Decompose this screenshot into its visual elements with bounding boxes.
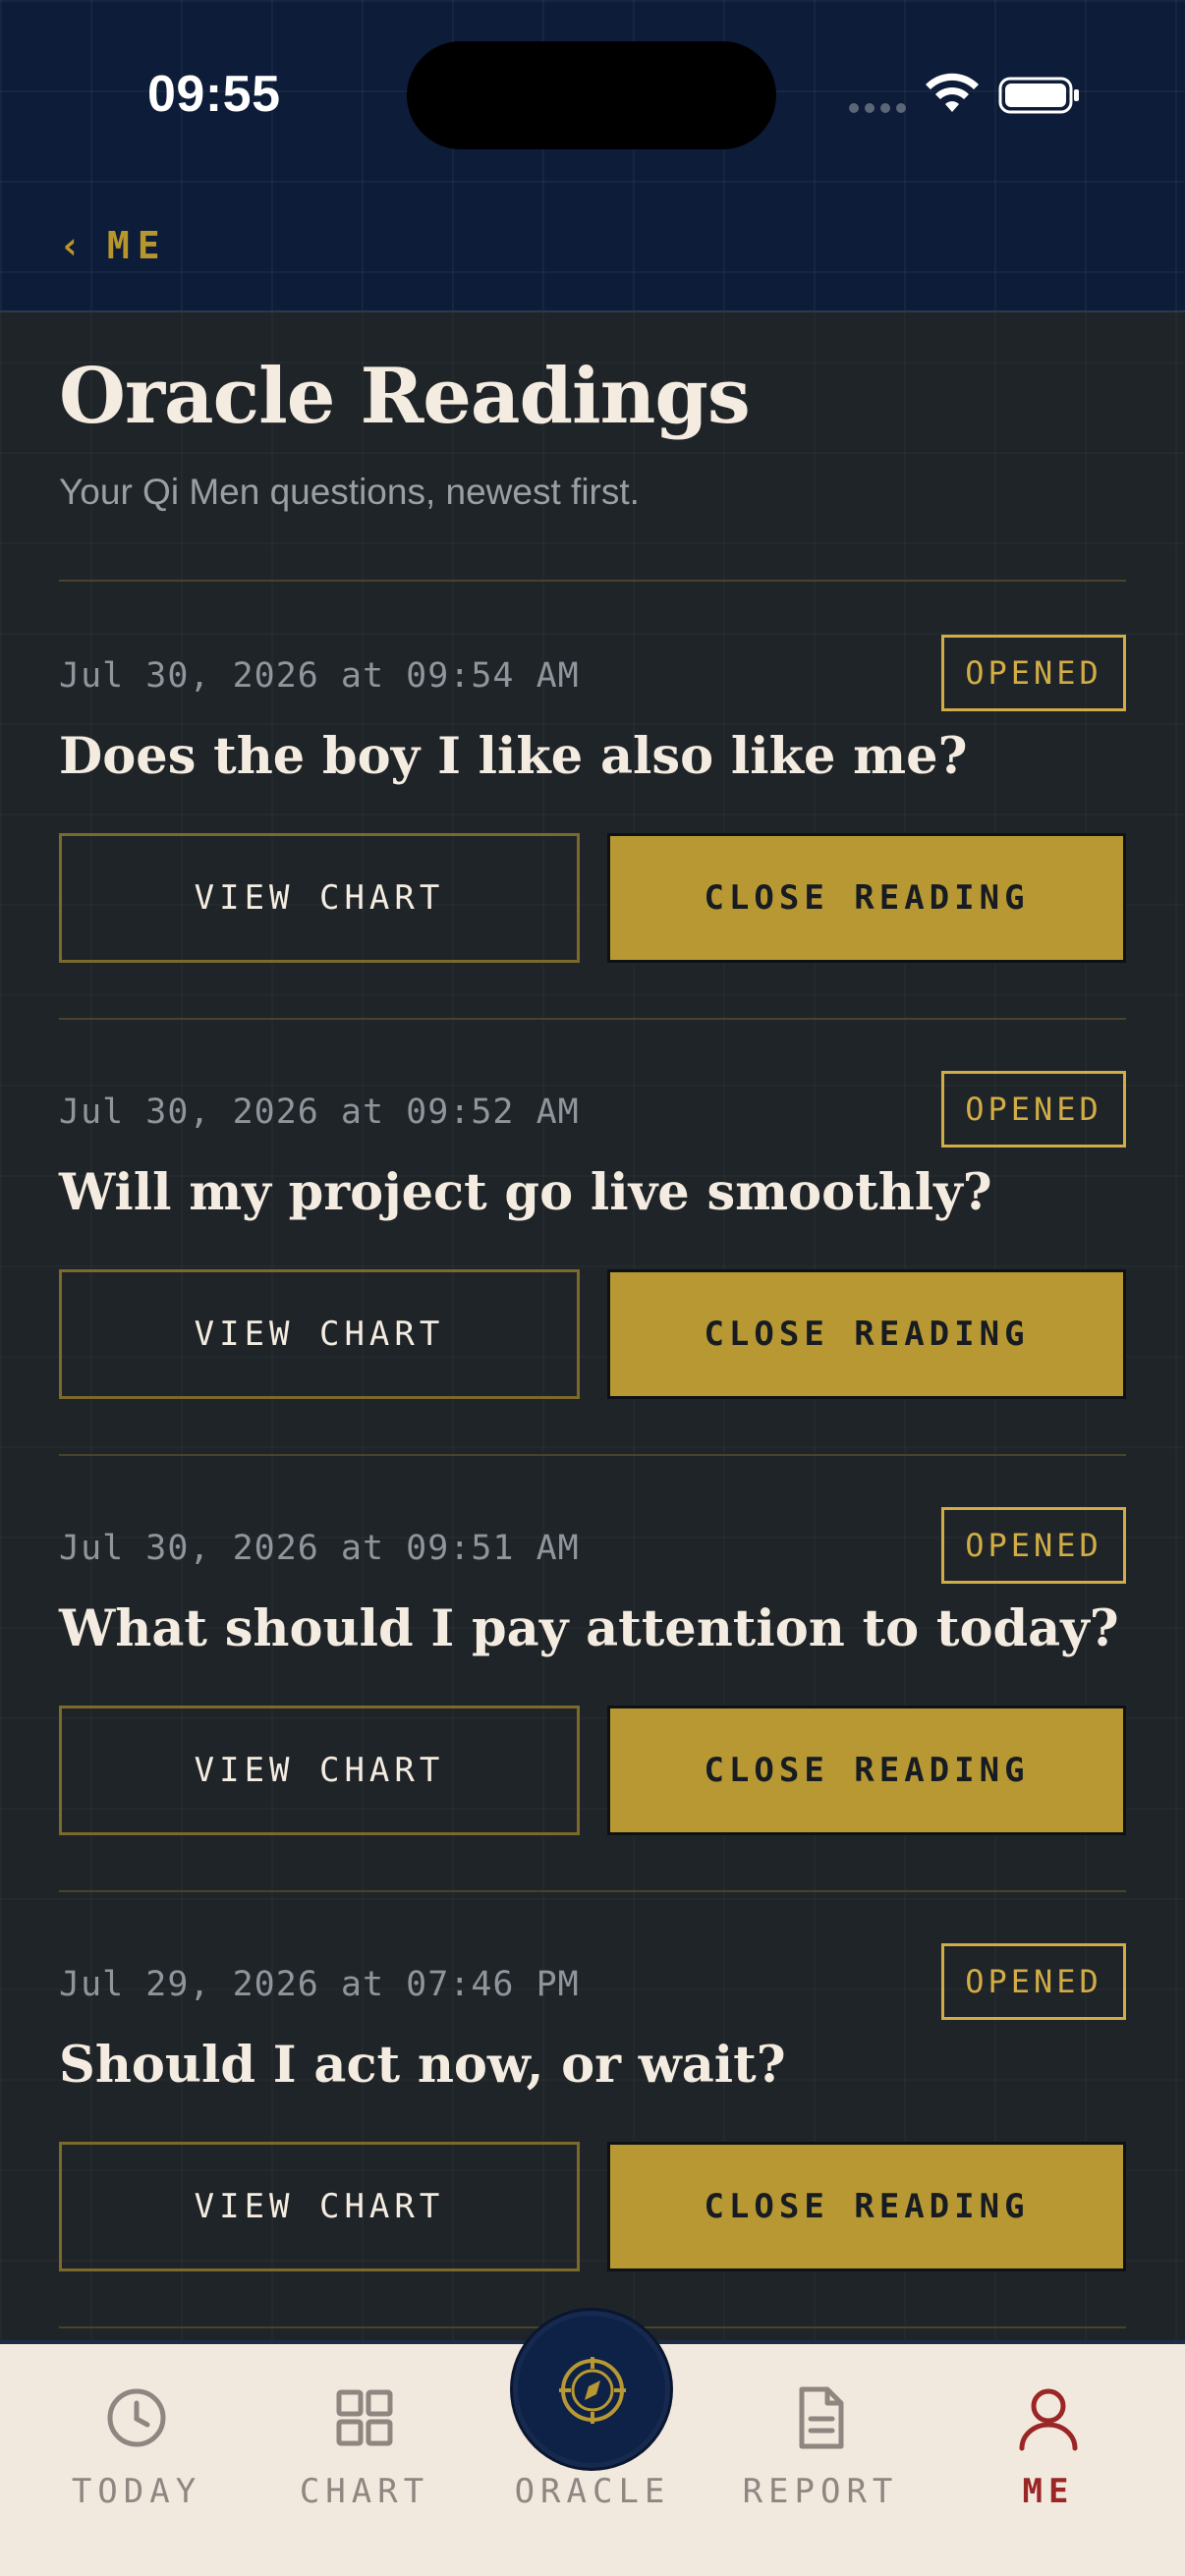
tab-me[interactable]: ME [935,2344,1161,2576]
reading-card: Jul 30, 2026 at 09:54 AM OPENED Does the… [59,582,1126,1018]
person-icon [1019,2388,1078,2451]
reading-date: Jul 30, 2026 at 09:51 AM [59,1529,580,1568]
cellular-signal-icon [849,102,908,114]
view-chart-button[interactable]: VIEW CHART [59,1706,580,1835]
status-badge: OPENED [941,1507,1126,1584]
close-reading-button[interactable]: CLOSE READING [607,1269,1126,1399]
page-title: Oracle Readings [59,352,751,441]
tab-chart[interactable]: CHART [252,2344,478,2576]
grid-icon [336,2389,393,2446]
tab-label: REPORT [742,2472,899,2511]
close-reading-button[interactable]: CLOSE READING [607,2142,1126,2271]
reading-question: Does the boy I like also like me? [59,727,968,786]
reading-date: Jul 29, 2026 at 07:46 PM [59,1965,580,2004]
tab-report[interactable]: REPORT [707,2344,933,2576]
status-time: 09:55 [147,66,281,123]
oracle-button[interactable] [513,2311,670,2468]
status-badge: OPENED [941,635,1126,711]
back-label: ME [106,224,168,267]
close-reading-button[interactable]: CLOSE READING [607,833,1126,963]
tab-label: ORACLE [514,2472,671,2511]
reading-card: Jul 29, 2026 at 07:46 PM OPENED Should I… [59,1890,1126,2326]
wifi-icon [926,73,979,112]
reading-date: Jul 30, 2026 at 09:52 AM [59,1092,580,1132]
tab-label: ME [1022,2472,1075,2511]
status-badge: OPENED [941,1071,1126,1148]
view-chart-button[interactable]: VIEW CHART [59,2142,580,2271]
tab-today[interactable]: TODAY [24,2344,250,2576]
compass-icon [559,2357,626,2424]
page-subtitle: Your Qi Men questions, newest first. [59,472,640,512]
reading-question: Should I act now, or wait? [59,2036,786,2095]
dynamic-island [407,41,776,149]
clock-icon [107,2388,166,2447]
close-reading-button[interactable]: CLOSE READING [607,1706,1126,1835]
tab-label: CHART [299,2472,430,2511]
reading-card: Jul 30, 2026 at 09:52 AM OPENED Will my … [59,1018,1126,1454]
chevron-left-icon: ‹ [59,224,89,267]
document-icon [799,2386,844,2449]
status-badge: OPENED [941,1943,1126,2020]
reading-date: Jul 30, 2026 at 09:54 AM [59,656,580,696]
tab-label: TODAY [71,2472,202,2511]
view-chart-button[interactable]: VIEW CHART [59,833,580,963]
reading-question: What should I pay attention to today? [59,1599,1119,1658]
back-button[interactable]: ‹ ME [59,224,168,267]
view-chart-button[interactable]: VIEW CHART [59,1269,580,1399]
top-header: 09:55 ‹ ME [0,0,1185,312]
reading-card: Jul 30, 2026 at 09:51 AM OPENED What sho… [59,1454,1126,1890]
reading-question: Will my project go live smoothly? [59,1163,992,1222]
battery-icon [998,77,1079,114]
